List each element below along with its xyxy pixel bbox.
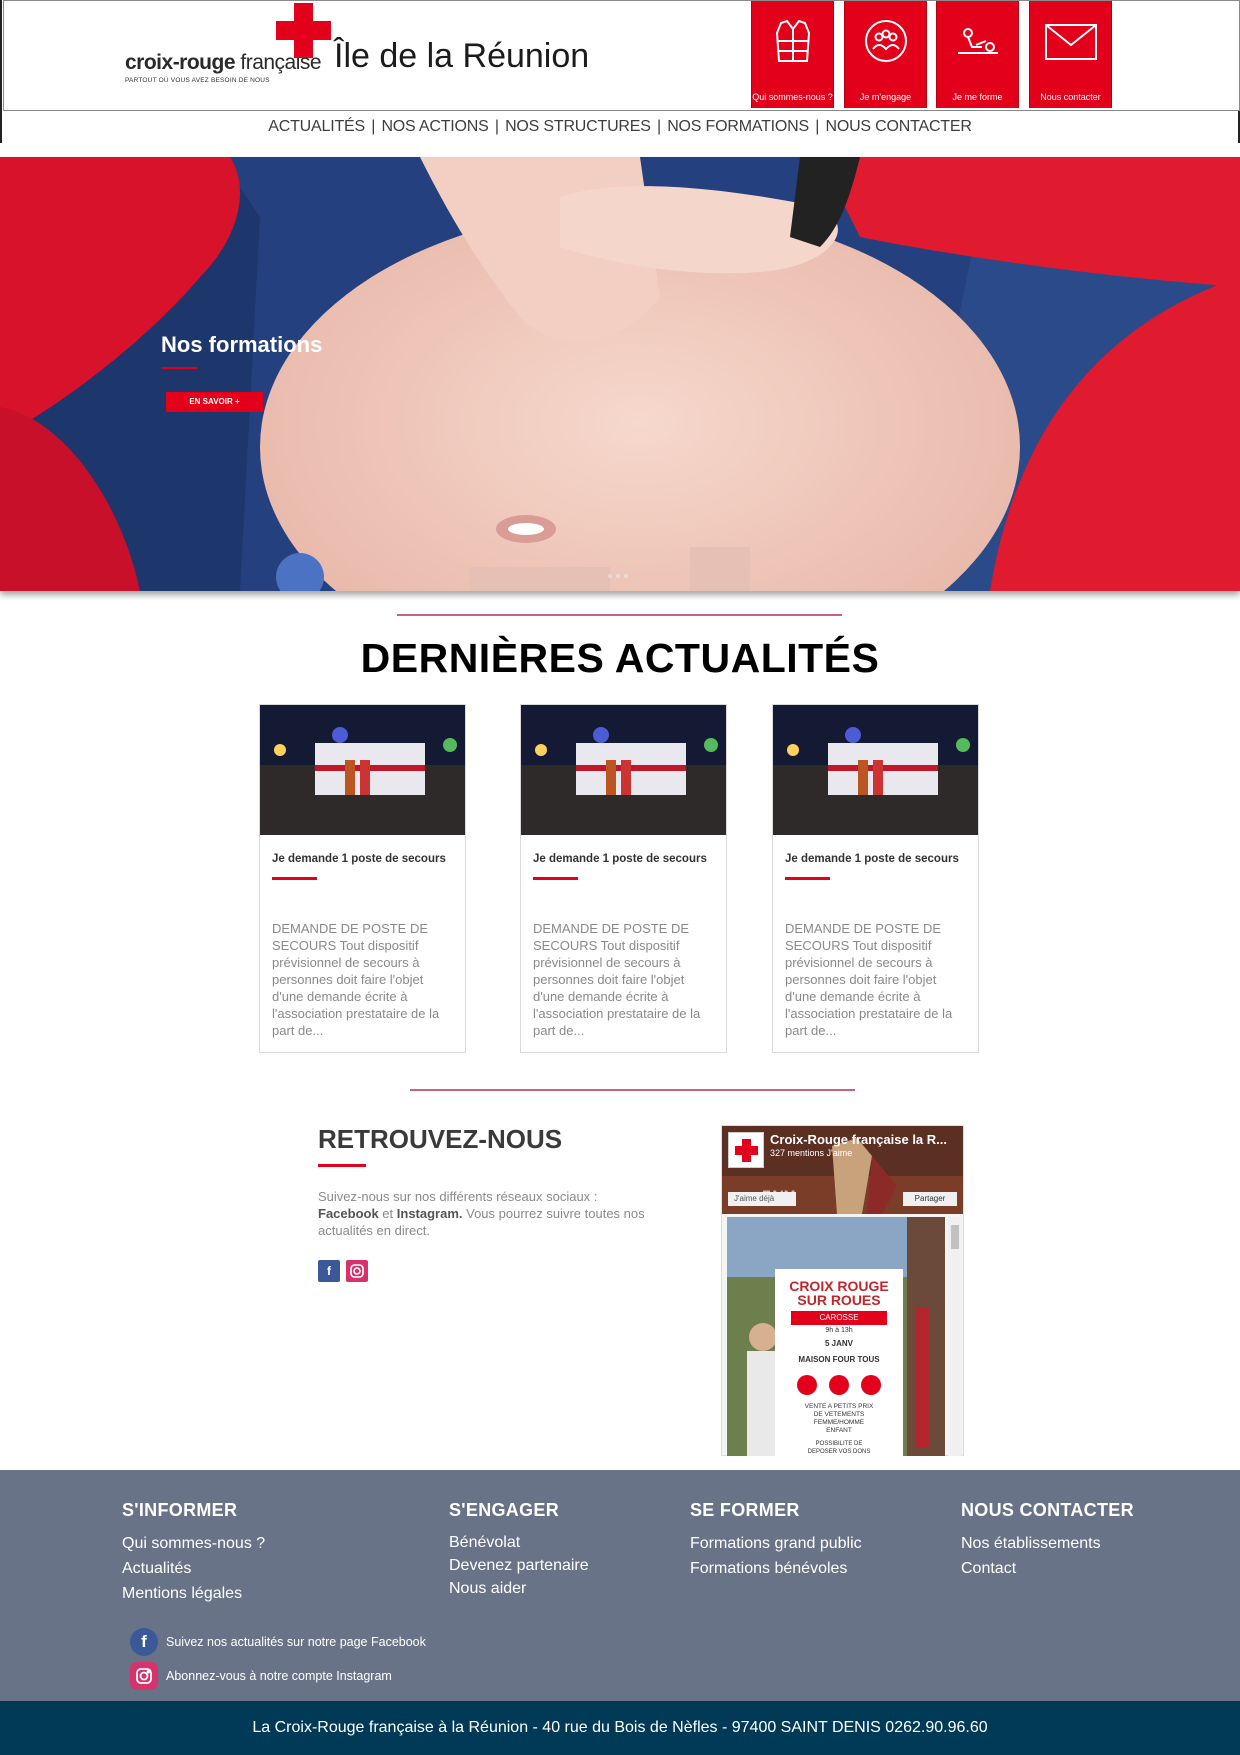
news-card[interactable]: Je demande 1 poste de secours DEMANDE DE… bbox=[259, 704, 466, 1053]
news-card-accent bbox=[533, 877, 578, 880]
tile-label: Qui sommes-nous ? bbox=[752, 92, 833, 102]
footer-instagram-link[interactable]: Abonnez-vous à notre compte Instagram bbox=[130, 1662, 392, 1690]
footer-facebook-link[interactable]: f Suivez nos actualités sur notre page F… bbox=[130, 1628, 426, 1656]
news-card[interactable]: Je demande 1 poste de secours DEMANDE DE… bbox=[520, 704, 727, 1053]
poster-badge-icon bbox=[861, 1375, 881, 1395]
news-card-excerpt: DEMANDE DE POSTE DE SECOURS Tout disposi… bbox=[785, 921, 953, 1038]
footer-link-nos-etablissements[interactable]: Nos établissements bbox=[961, 1531, 1134, 1556]
nav-nous-contacter[interactable]: NOUS CONTACTER bbox=[825, 118, 971, 135]
social-description: Suivez-nous sur nos différents réseaux s… bbox=[318, 1189, 645, 1238]
news-card-excerpt: DEMANDE DE POSTE DE SECOURS Tout disposi… bbox=[533, 921, 701, 1038]
instagram-icon[interactable] bbox=[346, 1260, 368, 1282]
red-cross-icon bbox=[276, 3, 331, 58]
footer-link-devenez-partenaire[interactable]: Devenez partenaire bbox=[449, 1554, 589, 1577]
tile-je-me-forme[interactable]: Je me forme bbox=[936, 1, 1019, 108]
first-aid-training-icon bbox=[937, 15, 1018, 67]
tile-label: Je me forme bbox=[952, 92, 1003, 102]
hero-slider[interactable]: Nos formations EN SAVOIR + bbox=[0, 157, 1240, 591]
tile-qui-sommes-nous[interactable]: Qui sommes-nous ? bbox=[751, 1, 834, 108]
community-icon bbox=[845, 15, 926, 67]
tile-label: Je m'engage bbox=[859, 92, 912, 102]
footer-link-formations-benevoles[interactable]: Formations bénévoles bbox=[690, 1556, 862, 1581]
footer-link-nous-aider[interactable]: Nous aider bbox=[449, 1577, 589, 1600]
social-title-accent bbox=[318, 1164, 366, 1167]
social-section-title: RETROUVEZ-NOUS bbox=[318, 1124, 563, 1154]
poster-badge-icon bbox=[829, 1375, 849, 1395]
fb-page-name[interactable]: Croix-Rouge française la R... bbox=[770, 1132, 947, 1147]
region-title: Île de la Réunion bbox=[334, 37, 590, 75]
news-card-title[interactable]: Je demande 1 poste de secours bbox=[533, 853, 707, 865]
footer-link-benevolat[interactable]: Bénévolat bbox=[449, 1531, 589, 1554]
news-card-excerpt: DEMANDE DE POSTE DE SECOURS Tout disposi… bbox=[272, 921, 440, 1038]
fb-post-image[interactable]: CROIX ROUGE SUR ROUES CAROSSE 9h à 13h 5… bbox=[727, 1217, 945, 1456]
news-card-title[interactable]: Je demande 1 poste de secours bbox=[785, 853, 959, 865]
slider-dots[interactable] bbox=[606, 565, 630, 583]
tile-je-m-engage[interactable]: Je m'engage bbox=[844, 1, 927, 108]
footer-col-engager: S'ENGAGER Bénévolat Devenez partenaire N… bbox=[449, 1500, 589, 1600]
fb-share-button[interactable]: Partager bbox=[903, 1192, 957, 1206]
news-card-accent bbox=[272, 877, 317, 880]
facebook-icon[interactable]: f bbox=[318, 1260, 340, 1282]
fb-page-logo[interactable] bbox=[728, 1132, 764, 1168]
nav-nos-formations[interactable]: NOS FORMATIONS bbox=[667, 118, 809, 135]
footer-link-qui-sommes-nous[interactable]: Qui sommes-nous ? bbox=[122, 1531, 265, 1556]
fb-page-likes: 327 mentions J'aime bbox=[770, 1148, 853, 1158]
fb-event-poster: CROIX ROUGE SUR ROUES CAROSSE 9h à 13h 5… bbox=[775, 1269, 903, 1456]
instagram-icon bbox=[130, 1662, 158, 1690]
section-divider bbox=[410, 1089, 855, 1091]
fb-like-button[interactable]: J'aime déjà bbox=[728, 1192, 796, 1206]
nav-nos-actions[interactable]: NOS ACTIONS bbox=[381, 118, 488, 135]
hero-image bbox=[0, 157, 1240, 591]
footer-col-title: S'INFORMER bbox=[122, 1500, 238, 1520]
news-card-accent bbox=[785, 877, 830, 880]
news-card-title[interactable]: Je demande 1 poste de secours bbox=[272, 853, 446, 865]
poster-badge-icon bbox=[797, 1375, 817, 1395]
facebook-page-widget[interactable]: FAIM Croix-Rouge française la R... 327 m… bbox=[721, 1125, 964, 1456]
nav-actualites[interactable]: ACTUALITÉS bbox=[268, 118, 365, 135]
brand-tagline: PARTOUT OÙ VOUS AVEZ BESOIN DE NOUS bbox=[125, 77, 270, 84]
vest-icon bbox=[752, 15, 833, 67]
footer-link-actualites[interactable]: Actualités bbox=[122, 1556, 265, 1581]
news-section-title: DERNIÈRES ACTUALITÉS bbox=[360, 635, 880, 681]
fb-scrollbar[interactable] bbox=[948, 1217, 962, 1456]
section-divider bbox=[397, 614, 842, 616]
hero-more-button[interactable]: EN SAVOIR + bbox=[166, 392, 263, 412]
footer-col-informer: S'INFORMER Qui sommes-nous ? Actualités … bbox=[122, 1500, 265, 1606]
envelope-icon bbox=[1030, 15, 1111, 67]
news-card-image bbox=[521, 705, 726, 835]
footer-col-title: NOUS CONTACTER bbox=[961, 1500, 1134, 1520]
fb-widget-header: FAIM Croix-Rouge française la R... 327 m… bbox=[722, 1126, 963, 1214]
nav-nos-structures[interactable]: NOS STRUCTURES bbox=[505, 118, 651, 135]
footer-address-bar: La Croix-Rouge française à la Réunion - … bbox=[0, 1701, 1240, 1755]
instagram-mention: Instagram. bbox=[396, 1206, 463, 1221]
footer-link-formations-grand-public[interactable]: Formations grand public bbox=[690, 1531, 862, 1556]
news-card-image bbox=[773, 705, 978, 835]
footer-link-contact[interactable]: Contact bbox=[961, 1556, 1134, 1581]
footer-col-title: SE FORMER bbox=[690, 1500, 800, 1520]
tile-label: Nous contacter bbox=[1040, 92, 1101, 102]
facebook-mention: Facebook bbox=[318, 1206, 379, 1221]
news-card[interactable]: Je demande 1 poste de secours DEMANDE DE… bbox=[772, 704, 979, 1053]
tile-nous-contacter[interactable]: Nous contacter bbox=[1029, 1, 1112, 108]
footer-col-contacter: NOUS CONTACTER Nos établissements Contac… bbox=[961, 1500, 1134, 1581]
facebook-icon: f bbox=[130, 1628, 158, 1656]
site-footer: S'INFORMER Qui sommes-nous ? Actualités … bbox=[0, 1470, 1240, 1701]
hero-title-underline bbox=[161, 367, 197, 369]
news-card-image bbox=[260, 705, 465, 835]
footer-col-title: S'ENGAGER bbox=[449, 1500, 559, 1520]
site-header: croix-rouge française PARTOUT OÙ VOUS AV… bbox=[3, 0, 1240, 111]
hero-title: Nos formations bbox=[161, 332, 323, 357]
main-navigation: ACTUALITÉS | NOS ACTIONS | NOS STRUCTURE… bbox=[268, 118, 972, 135]
footer-link-mentions-legales[interactable]: Mentions légales bbox=[122, 1581, 265, 1606]
footer-col-former: SE FORMER Formations grand public Format… bbox=[690, 1500, 862, 1581]
